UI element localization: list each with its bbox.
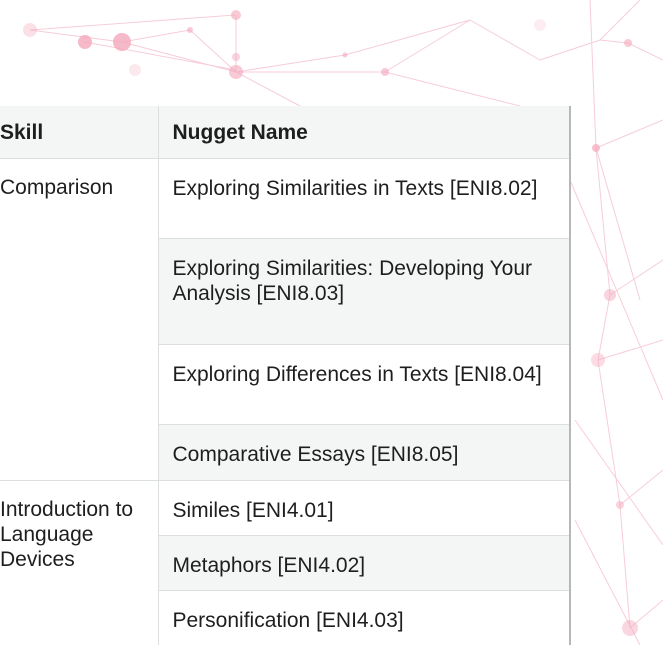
nugget-cell: Similes [ENI4.01] — [158, 480, 569, 536]
table-row: Comparison Exploring Similarities in Tex… — [0, 158, 569, 481]
table-header-row: Skill Nugget Name — [0, 106, 569, 159]
skill-cell-comparison: Comparison — [0, 158, 159, 481]
skill-column-header: Skill — [0, 106, 158, 159]
nugget-cell: Exploring Similarities in Texts [ENI8.02… — [158, 158, 569, 239]
nugget-cell: Personification [ENI4.03] — [158, 590, 569, 645]
nugget-cell: Metaphors [ENI4.02] — [158, 535, 569, 591]
nugget-table-container: Skill Nugget Name Comparison Exploring S… — [0, 106, 571, 645]
skill-nugget-table: Skill Nugget Name Comparison Exploring S… — [0, 106, 569, 645]
nugget-name-column-header: Nugget Name — [157, 106, 569, 159]
nugget-cell: Comparative Essays [ENI8.05] — [158, 424, 569, 481]
skill-cell-language-devices: Introduction to Language Devices — [0, 480, 159, 645]
nugget-cell: Exploring Differences in Texts [ENI8.04] — [158, 344, 569, 425]
table-row: Introduction to Language Devices Similes… — [0, 480, 569, 645]
nugget-cell: Exploring Similarities: Developing Your … — [158, 238, 569, 345]
